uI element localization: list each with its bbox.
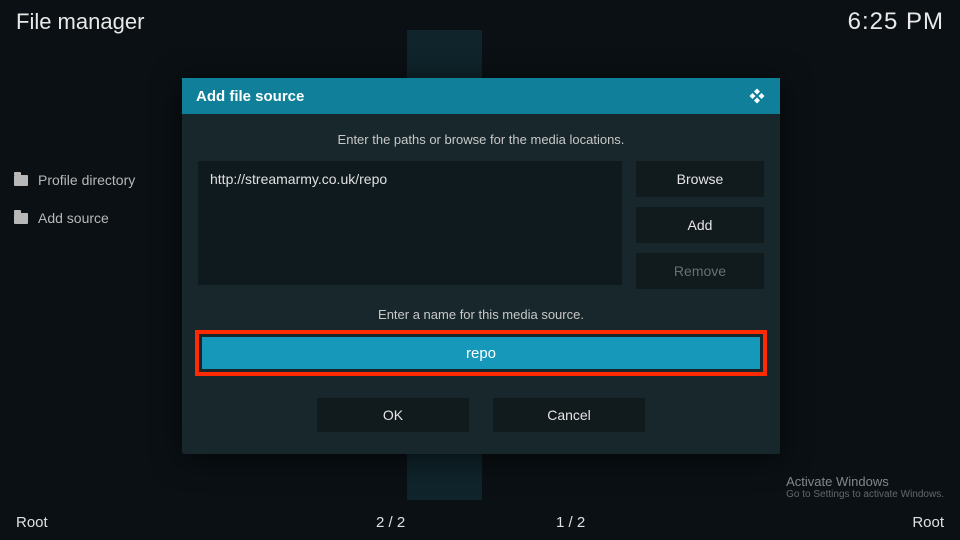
folder-icon <box>14 213 28 224</box>
watermark-line1: Activate Windows <box>786 474 944 489</box>
sidebar: Profile directory Add source <box>14 172 174 248</box>
dialog-body: Enter the paths or browse for the media … <box>182 114 780 454</box>
dialog-header: Add file source <box>182 78 780 114</box>
cancel-button[interactable]: Cancel <box>493 398 645 432</box>
browse-button[interactable]: Browse <box>636 161 764 197</box>
ok-button[interactable]: OK <box>317 398 469 432</box>
path-input[interactable]: http://streamarmy.co.uk/repo <box>198 161 622 285</box>
name-input-highlight: repo <box>195 330 767 376</box>
add-button[interactable]: Add <box>636 207 764 243</box>
sidebar-item-profile-directory[interactable]: Profile directory <box>14 172 174 188</box>
clock: 6:25 PM <box>848 8 944 36</box>
footer-right-label: Root <box>736 514 944 531</box>
path-value: http://streamarmy.co.uk/repo <box>210 171 387 187</box>
watermark-line2: Go to Settings to activate Windows. <box>786 489 944 500</box>
windows-activation-watermark: Activate Windows Go to Settings to activ… <box>786 474 944 500</box>
app-title: File manager <box>16 9 144 35</box>
footer-bar: Root 2 / 2 1 / 2 Root <box>0 510 960 534</box>
source-name-value: repo <box>466 345 496 362</box>
sidebar-item-label: Add source <box>38 210 109 226</box>
paths-prompt: Enter the paths or browse for the media … <box>198 132 764 147</box>
name-prompt: Enter a name for this media source. <box>198 307 764 322</box>
footer-left-label: Root <box>16 514 376 531</box>
remove-button: Remove <box>636 253 764 289</box>
folder-icon <box>14 175 28 186</box>
dialog-title: Add file source <box>196 88 304 105</box>
source-name-input[interactable]: repo <box>202 337 760 369</box>
footer-counter-left: 2 / 2 <box>376 514 556 531</box>
footer-counter-right: 1 / 2 <box>556 514 736 531</box>
kodi-logo-icon <box>748 87 766 105</box>
add-file-source-dialog: Add file source Enter the paths or brows… <box>182 78 780 454</box>
top-bar: File manager 6:25 PM <box>16 8 944 36</box>
sidebar-item-label: Profile directory <box>38 172 135 188</box>
sidebar-item-add-source[interactable]: Add source <box>14 210 174 226</box>
